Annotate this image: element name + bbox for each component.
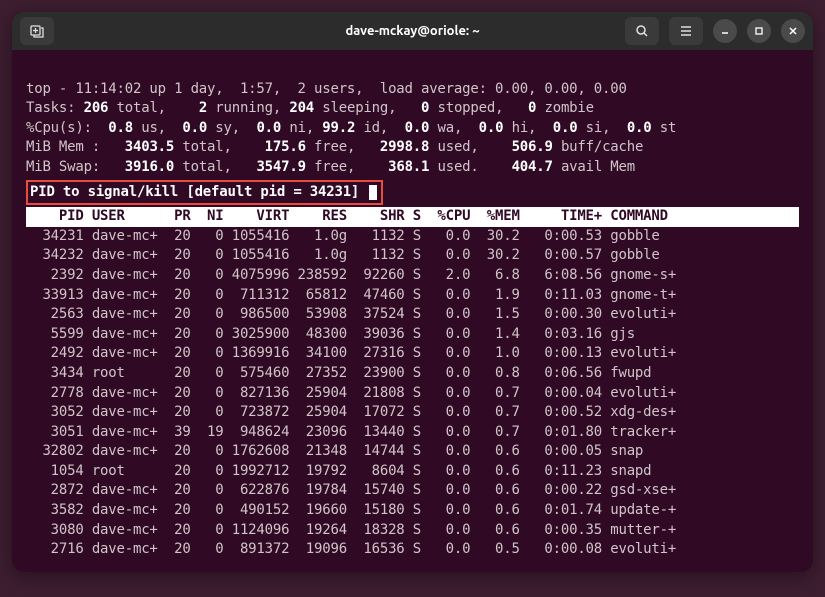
maximize-icon [754,26,764,36]
close-button[interactable] [781,19,805,43]
titlebar-right-controls [625,17,805,45]
summary-line-tasks: Tasks: 206 total, 2 running, 204 sleepin… [26,100,594,116]
process-row: 3051 dave-mc+ 39 19 948624 23096 13440 S… [26,423,799,443]
process-row: 3582 dave-mc+ 20 0 490152 19660 15180 S … [26,501,799,521]
process-row: 1054 root 20 0 1992712 19792 8604 S 0.0 … [26,462,799,482]
titlebar-left-controls [20,17,54,45]
close-icon [788,26,798,36]
process-row: 2716 dave-mc+ 20 0 891372 19096 16536 S … [26,540,799,560]
hamburger-menu-button[interactable] [669,17,703,45]
process-row: 3052 dave-mc+ 20 0 723872 25904 17072 S … [26,403,799,423]
terminal-window: dave-mckay@oriole: ~ [12,12,813,572]
summary-line-cpu: %Cpu(s): 0.8 us, 0.0 sy, 0.0 ni, 99.2 id… [26,120,676,136]
summary-line-swap: MiB Swap: 3916.0 total, 3547.9 free, 368… [26,159,635,175]
search-icon [635,24,649,38]
top-summary: top - 11:14:02 up 1 day, 1:57, 2 users, … [26,60,799,178]
summary-line-mem: MiB Mem : 3403.5 total, 175.6 free, 2998… [26,139,643,155]
process-table: 34231 dave-mc+ 20 0 1055416 1.0g 1132 S … [26,227,799,560]
process-row: 2563 dave-mc+ 20 0 986500 53908 37524 S … [26,305,799,325]
process-row: 2492 dave-mc+ 20 0 1369916 34100 27316 S… [26,344,799,364]
process-row: 34231 dave-mc+ 20 0 1055416 1.0g 1132 S … [26,227,799,247]
process-row: 32802 dave-mc+ 20 0 1762608 21348 14744 … [26,442,799,462]
summary-line-uptime: top - 11:14:02 up 1 day, 1:57, 2 users, … [26,81,627,97]
titlebar: dave-mckay@oriole: ~ [12,12,813,50]
new-tab-icon [29,23,45,39]
process-header: PID USER PR NI VIRT RES SHR S %CPU %MEM … [26,207,799,227]
process-row: 34232 dave-mc+ 20 0 1055416 1.0g 1132 S … [26,246,799,266]
process-row: 3080 dave-mc+ 20 0 1124096 19264 18328 S… [26,521,799,541]
process-row: 5599 dave-mc+ 20 0 3025900 48300 39036 S… [26,325,799,345]
maximize-button[interactable] [747,19,771,43]
hamburger-icon [679,24,693,38]
window-title: dave-mckay@oriole: ~ [345,24,479,38]
process-row: 2778 dave-mc+ 20 0 827136 25904 21808 S … [26,384,799,404]
process-row: 3434 root 20 0 575460 27352 23900 S 0.0 … [26,364,799,384]
terminal-content[interactable]: top - 11:14:02 up 1 day, 1:57, 2 users, … [12,50,813,570]
cursor [369,185,377,200]
process-row: 33913 dave-mc+ 20 0 711312 65812 47460 S… [26,286,799,306]
kill-prompt-row: PID to signal/kill [default pid = 34231] [26,178,799,206]
search-button[interactable] [625,17,659,45]
kill-prompt[interactable]: PID to signal/kill [default pid = 34231] [26,180,383,206]
minimize-icon [720,26,730,36]
process-row: 2392 dave-mc+ 20 0 4075996 238592 92260 … [26,266,799,286]
process-row: 2872 dave-mc+ 20 0 622876 19784 15740 S … [26,481,799,501]
minimize-button[interactable] [713,19,737,43]
new-tab-button[interactable] [20,17,54,45]
